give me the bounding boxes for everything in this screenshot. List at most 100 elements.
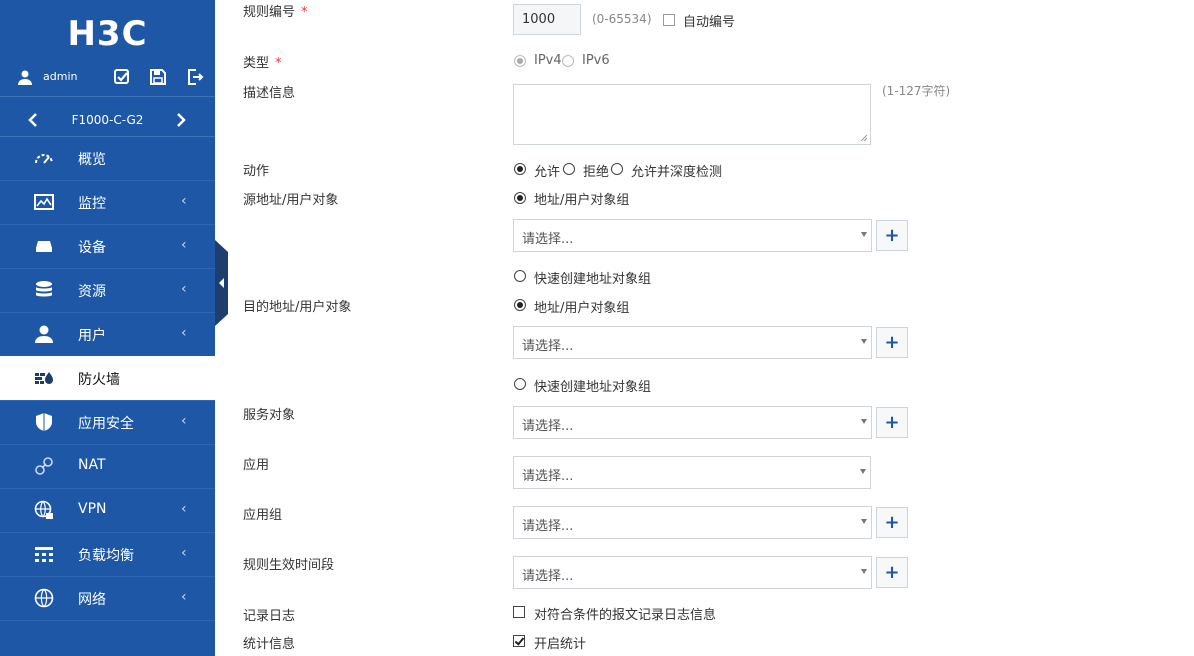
destination-label: 目的地址/用户对象 xyxy=(243,300,352,315)
application-select[interactable]: 请选择... xyxy=(513,456,871,489)
plus-icon: + xyxy=(884,332,900,353)
sidebar-item-device[interactable]: 设备 ‹ xyxy=(0,224,215,269)
description-textarea[interactable] xyxy=(513,84,871,145)
database-icon xyxy=(36,281,52,297)
sidebar-item-label: 概览 xyxy=(78,152,106,168)
save-config-check-icon[interactable] xyxy=(113,68,131,86)
sidebar-item-load-balance[interactable]: 负载均衡 ‹ xyxy=(0,532,215,577)
dropdown-arrow-icon xyxy=(860,469,866,474)
firewall-icon xyxy=(35,372,53,384)
sidebar-item-monitor[interactable]: 监控 ‹ xyxy=(0,180,215,225)
chevron-left-icon: ‹ xyxy=(181,281,187,297)
ipv4-radio[interactable] xyxy=(514,55,526,67)
sidebar-item-network[interactable]: 网络 ‹ xyxy=(0,576,215,621)
application-label: 应用 xyxy=(243,458,270,473)
add-time-range-button[interactable]: + xyxy=(876,557,908,588)
logout-icon[interactable] xyxy=(186,68,204,86)
sidebar-item-users[interactable]: 用户 ‹ xyxy=(0,312,215,357)
add-destination-button[interactable]: + xyxy=(876,327,908,358)
logging-checkbox[interactable] xyxy=(513,606,525,618)
sidebar-item-vpn[interactable]: VPN ‹ xyxy=(0,488,215,533)
action-permit-label: 允许 xyxy=(534,165,561,180)
dropdown-arrow-icon xyxy=(861,232,867,237)
sidebar-collapse-toggle[interactable] xyxy=(215,240,228,326)
nat-link-icon xyxy=(35,457,53,475)
source-group-label: 地址/用户对象组 xyxy=(534,193,630,208)
dropdown-arrow-icon xyxy=(861,339,867,344)
sidebar-item-overview[interactable]: 概览 xyxy=(0,136,215,181)
globe-icon xyxy=(34,588,54,608)
user-avatar-icon xyxy=(18,70,32,85)
sidebar-item-firewall[interactable]: 防火墙 xyxy=(0,356,215,401)
add-source-button[interactable]: + xyxy=(876,220,908,251)
time-range-label: 规则生效时间段 xyxy=(243,558,335,573)
user-icon xyxy=(35,325,53,343)
ipv4-label: IPv4 xyxy=(534,53,562,68)
username[interactable]: admin xyxy=(43,70,77,83)
plus-icon: + xyxy=(884,512,900,533)
destination-group-label: 地址/用户对象组 xyxy=(534,301,630,316)
type-label: 类型 * xyxy=(243,56,282,71)
monitor-chart-icon xyxy=(34,194,54,210)
ipv6-radio[interactable] xyxy=(562,55,574,67)
sidebar-item-label: 网络 xyxy=(78,592,106,608)
rule-id-input[interactable]: 1000 xyxy=(513,4,581,35)
sidebar-item-label: VPN xyxy=(78,501,107,517)
source-label: 源地址/用户对象 xyxy=(243,193,339,208)
destination-group-radio[interactable] xyxy=(514,299,526,311)
add-service-button[interactable]: + xyxy=(876,407,908,438)
brand-logo: H3C xyxy=(67,14,148,54)
application-group-label: 应用组 xyxy=(243,508,283,523)
sidebar-item-label: 负载均衡 xyxy=(78,548,134,564)
dropdown-arrow-icon xyxy=(861,569,867,574)
dropdown-arrow-icon xyxy=(861,419,867,424)
sidebar-item-label: 设备 xyxy=(78,240,106,256)
service-select[interactable]: 请选择... xyxy=(513,406,872,439)
logging-label: 记录日志 xyxy=(243,609,296,624)
shield-icon xyxy=(36,413,52,431)
destination-quick-create-radio[interactable] xyxy=(514,378,526,390)
source-quick-create-label: 快速创建地址对象组 xyxy=(534,272,652,287)
source-group-radio[interactable] xyxy=(514,192,526,204)
chevron-left-icon: ‹ xyxy=(181,501,187,517)
sidebar-item-label: 资源 xyxy=(78,284,106,300)
action-permit-radio[interactable] xyxy=(514,163,526,175)
chevron-left-icon: ‹ xyxy=(181,193,187,209)
plus-icon: + xyxy=(884,225,900,246)
user-bar: admin xyxy=(0,60,215,97)
add-application-group-button[interactable]: + xyxy=(876,507,908,538)
globe-lock-icon xyxy=(34,500,53,519)
description-hint: (1-127字符) xyxy=(882,84,951,98)
device-switcher: F1000-C-G2 xyxy=(0,106,215,137)
load-balance-icon xyxy=(35,547,53,562)
action-permit-inspect-radio[interactable] xyxy=(611,163,623,175)
rule-id-label: 规则编号 * xyxy=(243,5,308,20)
sidebar-item-nat[interactable]: NAT xyxy=(0,444,215,489)
save-icon[interactable] xyxy=(149,68,167,86)
ipv6-label: IPv6 xyxy=(582,53,610,68)
plus-icon: + xyxy=(884,412,900,433)
source-select[interactable]: 请选择... xyxy=(513,219,872,252)
statistics-option-label: 开启统计 xyxy=(534,637,587,652)
sidebar-item-resources[interactable]: 资源 ‹ xyxy=(0,268,215,313)
action-permit-inspect-label: 允许并深度检测 xyxy=(631,165,723,180)
destination-quick-create-label: 快速创建地址对象组 xyxy=(534,380,652,395)
sidebar-item-label: 应用安全 xyxy=(78,416,134,432)
resize-grip-icon[interactable] xyxy=(860,134,868,142)
dropdown-arrow-icon xyxy=(861,519,867,524)
statistics-checkbox[interactable] xyxy=(513,635,525,647)
description-label: 描述信息 xyxy=(243,86,296,101)
sidebar-item-app-security[interactable]: 应用安全 ‹ xyxy=(0,400,215,445)
service-label: 服务对象 xyxy=(243,408,296,423)
action-deny-radio[interactable] xyxy=(563,163,575,175)
application-group-select[interactable]: 请选择... xyxy=(513,506,872,539)
time-range-select[interactable]: 请选择... xyxy=(513,556,872,589)
chevron-left-icon: ‹ xyxy=(181,237,187,253)
source-quick-create-radio[interactable] xyxy=(514,270,526,282)
chevron-left-icon: ‹ xyxy=(181,545,187,561)
plus-icon: + xyxy=(884,562,900,583)
auto-number-checkbox[interactable] xyxy=(663,14,675,26)
next-device-icon[interactable] xyxy=(174,112,188,128)
destination-select[interactable]: 请选择... xyxy=(513,326,872,359)
logging-option-label: 对符合条件的报文记录日志信息 xyxy=(534,608,717,623)
